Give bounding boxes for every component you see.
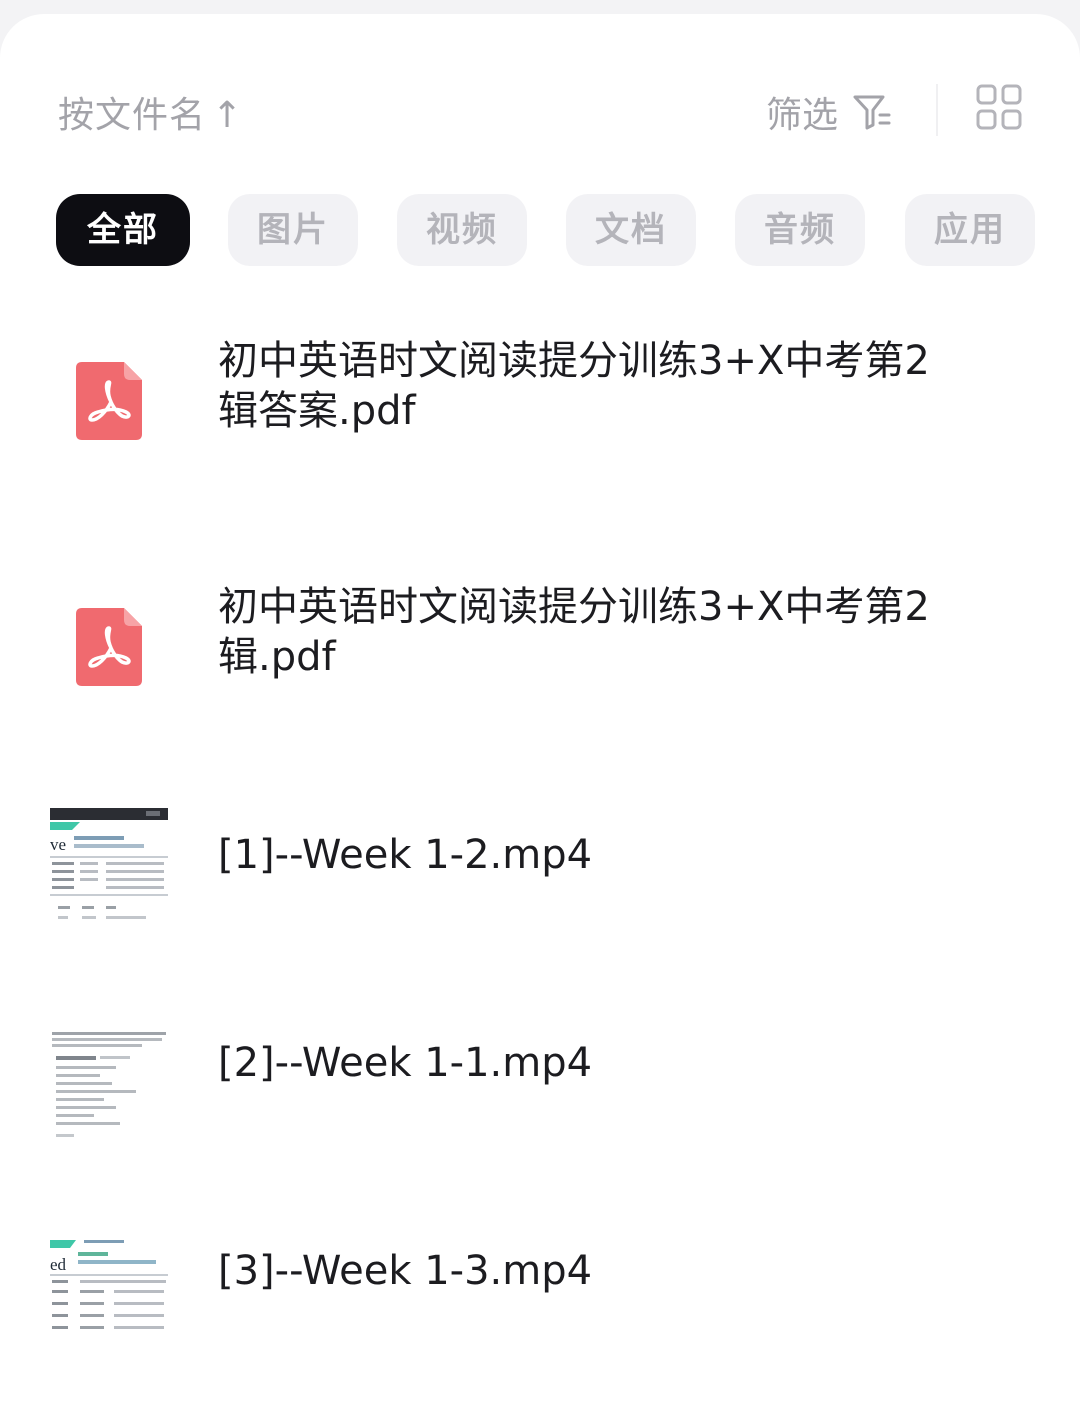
tab-all[interactable]: 全部 — [56, 194, 190, 266]
tab-images[interactable]: 图片 — [228, 194, 358, 266]
file-browser-panel: 按文件名 ↑ 筛选 全部 图片 视频 文档 音频 应用 初中英语时文阅读提分训练… — [0, 14, 1080, 1418]
list-item[interactable]: [2]--Week 1-1.mp4 — [0, 1004, 1080, 1164]
file-name: [2]--Week 1-1.mp4 — [218, 1040, 593, 1086]
sort-label: 按文件名 — [58, 95, 207, 136]
sort-arrow-icon: ↑ — [212, 95, 244, 136]
file-name: 初中英语时文阅读提分训练3+X中考第2辑答案.pdf — [218, 338, 930, 434]
tab-videos[interactable]: 视频 — [397, 194, 527, 266]
toolbar: 按文件名 ↑ 筛选 — [58, 78, 1024, 138]
video-thumbnail: ve — [50, 808, 168, 924]
tab-audio[interactable]: 音频 — [735, 194, 865, 266]
grid-view-icon[interactable] — [976, 84, 1022, 130]
sort-button[interactable]: 按文件名 ↑ — [58, 86, 243, 138]
filter-button[interactable]: 筛选 — [766, 86, 892, 138]
file-name: 初中英语时文阅读提分训练3+X中考第2辑.pdf — [218, 584, 930, 680]
video-thumbnail — [50, 1026, 168, 1142]
video-thumbnail: ed — [50, 1232, 168, 1348]
tab-documents[interactable]: 文档 — [566, 194, 696, 266]
file-name: [1]--Week 1-2.mp4 — [218, 832, 593, 878]
filter-icon — [853, 95, 891, 130]
svg-text:ed: ed — [50, 1255, 67, 1274]
tab-apps[interactable]: 应用 — [905, 194, 1035, 266]
list-item[interactable]: 初中英语时文阅读提分训练3+X中考第2辑.pdf — [0, 560, 1080, 760]
list-item[interactable]: 初中英语时文阅读提分训练3+X中考第2辑答案.pdf — [0, 314, 1080, 514]
list-item[interactable]: ve [1]--Week 1-2.mp4 — [0, 794, 1080, 954]
toolbar-divider — [936, 84, 938, 136]
file-name: [3]--Week 1-3.mp4 — [218, 1248, 593, 1294]
filter-label: 筛选 — [766, 95, 839, 136]
pdf-icon — [76, 362, 142, 440]
list-item[interactable]: ed [3]--Week 1-3.mp4 — [0, 1214, 1080, 1374]
pdf-icon — [76, 608, 142, 686]
category-tabs: 全部 图片 视频 文档 音频 应用 — [56, 194, 1046, 266]
svg-text:ve: ve — [50, 835, 66, 854]
